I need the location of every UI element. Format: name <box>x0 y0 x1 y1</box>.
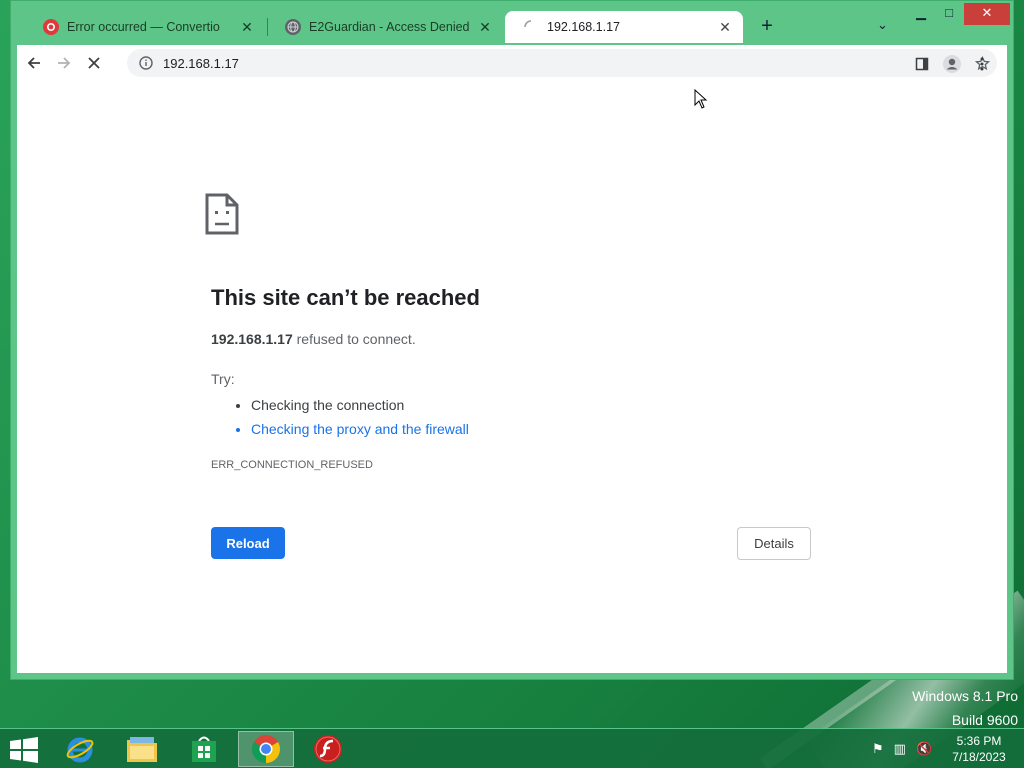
network-icon[interactable]: ▥ <box>894 741 906 757</box>
tab-convertio[interactable]: Error occurred — Convertio ✕ <box>25 11 265 43</box>
more-menu-icon[interactable] <box>967 49 997 79</box>
volume-muted-icon[interactable]: 🔇 <box>916 741 932 757</box>
close-icon[interactable]: ✕ <box>239 19 255 36</box>
windows-watermark: Windows 8.1 Pro Build 9600 <box>912 684 1018 732</box>
suggestion-item: Checking the connection <box>251 393 469 417</box>
action-center-flag-icon[interactable]: ⚑ <box>872 741 884 757</box>
tab-label: E2Guardian - Access Denied <box>309 20 470 34</box>
file-explorer-icon[interactable] <box>114 731 170 767</box>
tab-search-button[interactable]: ⌄ <box>877 17 888 33</box>
mouse-cursor-icon <box>694 88 708 114</box>
side-panel-icon[interactable] <box>907 49 937 79</box>
sad-page-icon <box>205 193 239 240</box>
close-icon[interactable]: ✕ <box>717 19 733 36</box>
close-icon[interactable]: ✕ <box>477 19 493 36</box>
tab-label: Error occurred — Convertio <box>67 20 220 34</box>
back-button[interactable] <box>19 48 49 78</box>
browser-toolbar: 192.168.1.17 <box>17 45 1007 81</box>
url-text: 192.168.1.17 <box>163 55 239 71</box>
windows-logo-icon <box>10 737 38 763</box>
flash-player-icon[interactable] <box>300 731 356 767</box>
error-title: This site can’t be reached <box>211 285 480 310</box>
watermark-edition: Windows 8.1 Pro <box>912 688 1018 704</box>
maximize-button[interactable]: □ <box>931 3 967 25</box>
details-button[interactable]: Details <box>737 527 811 560</box>
info-icon[interactable] <box>139 56 153 70</box>
tab-e2guardian[interactable]: E2Guardian - Access Denied ✕ <box>267 11 503 43</box>
tab-label: 192.168.1.17 <box>547 20 620 34</box>
error-code: ERR_CONNECTION_REFUSED <box>211 459 373 471</box>
forward-arrow-icon <box>58 57 71 69</box>
try-label: Try: <box>211 371 235 387</box>
toolbar-right <box>907 49 997 79</box>
system-clock[interactable]: 5:36 PM 7/18/2023 <box>944 733 1014 765</box>
window-close-button[interactable]: ✕ <box>964 3 1010 25</box>
tab-strip: Error occurred — Convertio ✕ E2Guardian … <box>11 1 1013 45</box>
address-bar[interactable]: 192.168.1.17 <box>127 49 997 77</box>
reload-button[interactable]: Reload <box>211 527 285 559</box>
profile-avatar-icon[interactable] <box>937 49 967 79</box>
windows-store-icon[interactable] <box>176 731 232 767</box>
system-tray: ⚑ ▥ 🔇 <box>872 741 932 757</box>
page-viewport: This site can’t be reached 192.168.1.17 … <box>17 81 1007 673</box>
error-host: 192.168.1.17 <box>211 331 293 347</box>
taskbar: ⚑ ▥ 🔇 5:36 PM 7/18/2023 <box>0 728 1024 768</box>
back-arrow-icon <box>27 57 40 69</box>
tab-192-168-1-17[interactable]: 192.168.1.17 ✕ <box>505 11 743 43</box>
new-tab-button[interactable]: + <box>757 15 777 38</box>
browser-window: Error occurred — Convertio ✕ E2Guardian … <box>10 0 1014 680</box>
error-message: 192.168.1.17 refused to connect. <box>211 331 416 347</box>
suggestion-list: Checking the connection Checking the pro… <box>233 393 469 441</box>
forward-button[interactable] <box>49 48 79 78</box>
stop-icon <box>88 57 100 69</box>
chrome-taskbar-icon[interactable] <box>238 731 294 767</box>
stop-loading-button[interactable] <box>79 48 109 78</box>
loading-spinner-icon <box>523 19 539 35</box>
internet-explorer-icon[interactable] <box>52 731 108 767</box>
clock-time: 5:36 PM <box>956 734 1002 748</box>
clock-date: 7/18/2023 <box>952 750 1006 764</box>
suggestion-link-proxy-firewall[interactable]: Checking the proxy and the firewall <box>251 417 469 441</box>
convertio-icon <box>43 19 59 35</box>
globe-icon <box>285 19 301 35</box>
start-button[interactable] <box>10 737 38 768</box>
error-message-text: refused to connect. <box>292 331 416 347</box>
